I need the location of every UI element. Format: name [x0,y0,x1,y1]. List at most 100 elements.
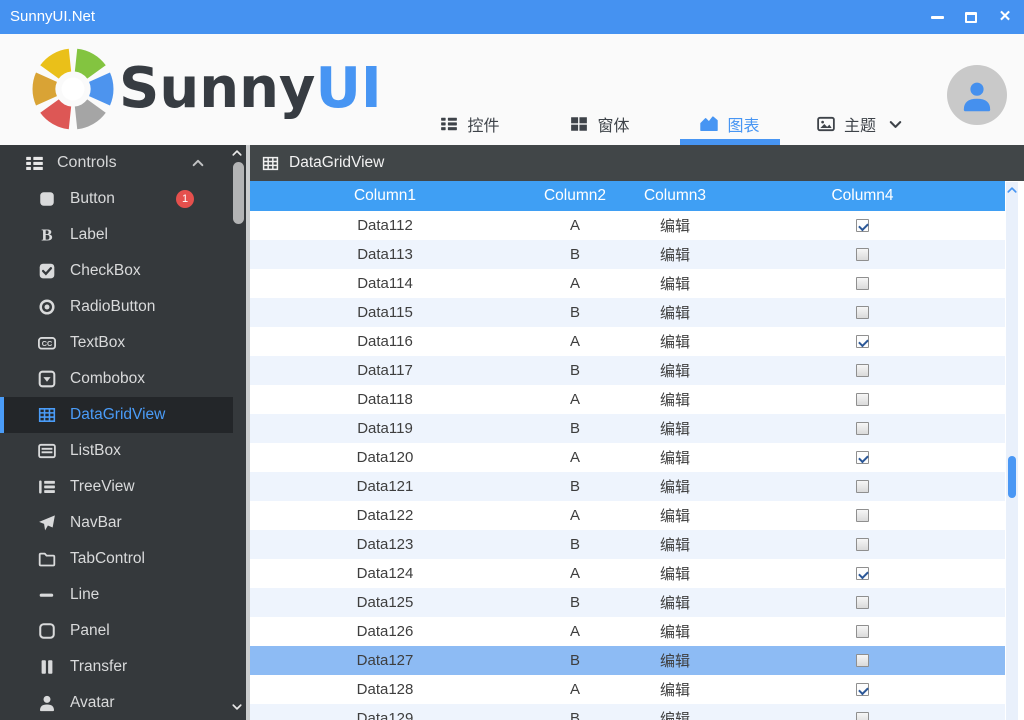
checkbox[interactable] [856,480,869,493]
cell-edit-button[interactable]: 编辑 [630,269,720,298]
grid-scrollbar-thumb[interactable] [1008,456,1016,498]
cell-edit-button[interactable]: 编辑 [630,501,720,530]
logo-text-sunny: Sunny [119,56,316,121]
sidebar-item-combobox[interactable]: Combobox [0,361,233,397]
checkbox[interactable] [856,683,869,696]
sidebar-item-label: Transfer [70,658,128,675]
cell-edit-button[interactable]: 编辑 [630,530,720,559]
cell-edit-button[interactable]: 编辑 [630,298,720,327]
chevron-up-icon[interactable] [191,156,205,170]
sidebar-item-navbar[interactable]: NavBar [0,505,233,541]
checkbox[interactable] [856,654,869,667]
checkbox[interactable] [856,306,869,319]
table-row[interactable]: Data128 A 编辑 [250,675,1005,704]
table-row[interactable]: Data118 A 编辑 [250,385,1005,414]
cell-edit-button[interactable]: 编辑 [630,414,720,443]
cell-edit-button[interactable]: 编辑 [630,327,720,356]
cell-edit-button[interactable]: 编辑 [630,240,720,269]
scroll-up-icon[interactable] [230,147,244,159]
column-header-3[interactable]: Column3 [630,181,720,211]
table-row[interactable]: Data116 A 编辑 [250,327,1005,356]
table-row[interactable]: Data114 A 编辑 [250,269,1005,298]
checkbox[interactable] [856,538,869,551]
scroll-up-icon[interactable] [1005,184,1019,196]
sidebar-item-transfer[interactable]: Transfer [0,649,233,685]
avatar[interactable] [947,65,1007,125]
sidebar-item-listbox[interactable]: ListBox [0,433,233,469]
table-row[interactable]: Data112 A 编辑 [250,211,1005,240]
maximize-button[interactable] [962,8,980,26]
sidebar-item-avatar[interactable]: Avatar [0,685,233,720]
checkbox[interactable] [856,393,869,406]
cell-edit-button[interactable]: 编辑 [630,356,720,385]
checkbox[interactable] [856,596,869,609]
table-row[interactable]: Data123 B 编辑 [250,530,1005,559]
sidebar-item-panel[interactable]: Panel [0,613,233,649]
chevron-down-icon[interactable] [888,117,903,132]
cell-edit-button[interactable]: 编辑 [630,211,720,240]
table-row[interactable]: Data129 B 编辑 [250,704,1005,720]
checkbox[interactable] [856,567,869,580]
checkbox[interactable] [856,219,869,232]
sidebar-item-line[interactable]: Line [0,577,233,613]
cell-column2: A [569,565,580,582]
cell-edit-button[interactable]: 编辑 [630,472,720,501]
table-row[interactable]: Data120 A 编辑 [250,443,1005,472]
table-row[interactable]: Data113 B 编辑 [250,240,1005,269]
sidebar-item-textbox[interactable]: CC TextBox [0,325,233,361]
sidebar-item-treeview[interactable]: TreeView [0,469,233,505]
sidebar-item-button[interactable]: Button 1 [0,181,233,217]
sidebar-item-checkbox[interactable]: CheckBox [0,253,233,289]
cell-edit-button[interactable]: 编辑 [630,559,720,588]
sidebar-item-radiobutton[interactable]: RadioButton [0,289,233,325]
tab-controls[interactable]: 控件 [405,103,535,145]
sidebar-item-tabcontrol[interactable]: TabControl [0,541,233,577]
checkbox[interactable] [856,625,869,638]
table-row[interactable]: Data115 B 编辑 [250,298,1005,327]
checkbox[interactable] [856,422,869,435]
cell-column1: Data117 [357,362,413,379]
tab-themes[interactable]: 主题 [795,103,925,145]
table-row[interactable]: Data119 B 编辑 [250,414,1005,443]
table-row[interactable]: Data117 B 编辑 [250,356,1005,385]
checkbox[interactable] [856,364,869,377]
grid-scrollbar[interactable] [1006,182,1018,720]
checkbox[interactable] [856,451,869,464]
close-button[interactable]: ✕ [996,8,1014,26]
sidebar-item-label: Label [70,226,108,243]
checkbox[interactable] [856,335,869,348]
checkbox[interactable] [856,248,869,261]
sidebar-header-controls[interactable]: Controls [0,145,233,181]
minimize-button[interactable] [928,8,946,26]
sidebar-item-label: TabControl [70,550,145,567]
column-header-4[interactable]: Column4 [720,181,1005,211]
scroll-down-icon[interactable] [230,701,244,713]
tab-charts[interactable]: 图表 [665,103,795,145]
cell-column2: A [569,275,580,292]
checkbox[interactable] [856,509,869,522]
cell-edit-button[interactable]: 编辑 [630,646,720,675]
cell-edit-button[interactable]: 编辑 [630,675,720,704]
table-row[interactable]: Data126 A 编辑 [250,617,1005,646]
tab-forms[interactable]: 窗体 [535,103,665,145]
cell-edit-button[interactable]: 编辑 [630,588,720,617]
cell-edit-button[interactable]: 编辑 [630,385,720,414]
cell-edit-button[interactable]: 编辑 [630,704,720,720]
cell-edit-button[interactable]: 编辑 [630,617,720,646]
cell-edit-button[interactable]: 编辑 [630,443,720,472]
window-titlebar[interactable]: SunnyUI.Net ✕ [0,0,1024,34]
checkbox[interactable] [856,712,869,720]
sidebar-item-label[interactable]: B Label [0,217,233,253]
sidebar-item-datagridview[interactable]: DataGridView [0,397,233,433]
checkbox[interactable] [856,277,869,290]
column-header-2[interactable]: Column2 [520,181,630,211]
table-row[interactable]: Data121 B 编辑 [250,472,1005,501]
table-row[interactable]: Data127 B 编辑 [250,646,1005,675]
image-icon [817,115,835,133]
cell-column4 [720,443,1005,472]
table-row[interactable]: Data125 B 编辑 [250,588,1005,617]
column-header-1[interactable]: Column1 [250,181,520,211]
table-row[interactable]: Data124 A 编辑 [250,559,1005,588]
table-row[interactable]: Data122 A 编辑 [250,501,1005,530]
sidebar-scrollbar-thumb[interactable] [233,162,244,224]
